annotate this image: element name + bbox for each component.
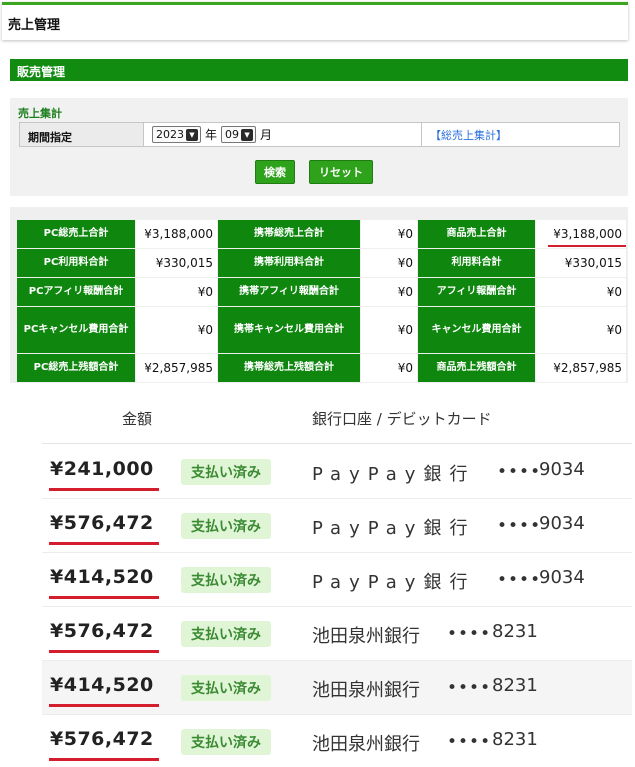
payout-amount: ¥576,472	[50, 620, 154, 642]
amount-underline	[49, 596, 159, 599]
status-badge: 支払い済み	[181, 621, 271, 647]
filter-subtitle: 売上集計	[18, 107, 62, 120]
bank-name: PayPay銀行	[312, 572, 476, 593]
totals-label: 携帯総売上残額合計	[218, 354, 360, 382]
totals-value: ¥3,188,000	[136, 220, 217, 248]
status-badge: 支払い済み	[181, 729, 271, 755]
totals-value: ¥0	[136, 278, 217, 306]
totals-label: 商品売上合計	[418, 220, 535, 248]
payout-list-header: 金額 銀行口座 / デビットカード	[42, 398, 632, 444]
totals-value: ¥2,857,985	[136, 354, 217, 382]
account-last-digits: 8231	[492, 729, 538, 750]
totals-value: ¥0	[361, 220, 417, 248]
account-last-digits: 8231	[492, 675, 538, 696]
bank-name: PayPay銀行	[312, 464, 476, 485]
totals-label: キャンセル費用合計	[418, 307, 535, 353]
payout-row[interactable]: ¥414,520 支払い済み PayPay銀行 •••• 9034	[42, 553, 632, 607]
payout-row[interactable]: ¥576,472 支払い済み PayPay銀行 •••• 9034	[42, 499, 632, 553]
account-last-digits: 9034	[539, 459, 585, 480]
account-last-digits: 9034	[539, 513, 585, 534]
status-badge: 支払い済み	[181, 567, 271, 593]
payout-row[interactable]: ¥576,472 支払い済み 池田泉州銀行 •••• 8231	[42, 715, 632, 767]
amount-underline	[49, 704, 159, 707]
totals-label: 利用料合計	[418, 249, 535, 277]
totals-value: ¥0	[536, 278, 626, 306]
masked-dots: ••••	[497, 516, 542, 536]
month-select-value: 09	[225, 128, 240, 141]
totals-value: ¥3,188,000	[536, 220, 626, 248]
totals-value: ¥0	[136, 307, 217, 353]
totals-label: 携帯総売上合計	[218, 220, 360, 248]
totals-value: ¥0	[361, 249, 417, 277]
totals-label: 携帯利用料合計	[218, 249, 360, 277]
payout-amount: ¥576,472	[50, 512, 154, 534]
totals-label: PCキャンセル費用合計	[17, 307, 135, 353]
totals-value: ¥0	[361, 354, 417, 382]
payout-list: ¥241,000 支払い済み PayPay銀行 •••• 9034 ¥576,472 支払い…	[42, 445, 632, 767]
totals-label: 商品売上残額合計	[418, 354, 535, 382]
reset-button[interactable]: リセット	[309, 160, 373, 184]
masked-dots: ••••	[447, 678, 492, 698]
status-badge: 支払い済み	[181, 513, 271, 539]
bank-name: 池田泉州銀行	[312, 680, 420, 701]
status-badge: 支払い済み	[181, 675, 271, 701]
payout-amount: ¥241,000	[50, 458, 154, 480]
payout-amount: ¥414,520	[50, 566, 154, 588]
masked-dots: ••••	[497, 462, 542, 482]
period-filter-row: 期間指定 2023 ▼ 年 09 ▼ 月 【総売上集計】	[19, 122, 620, 147]
bank-name: 池田泉州銀行	[312, 734, 420, 755]
year-select-value: 2023	[156, 128, 184, 141]
page-header: 売上管理	[2, 2, 628, 40]
amount-underline	[49, 650, 159, 653]
account-last-digits: 8231	[492, 621, 538, 642]
month-unit: 月	[260, 128, 273, 142]
totals-panel: PC総売上合計 ¥3,188,000 携帯総売上合計 ¥0 商品売上合計 ¥3,188,0…	[10, 207, 628, 383]
month-select[interactable]: 09 ▼	[221, 126, 257, 143]
period-selectors: 2023 ▼ 年 09 ▼ 月	[144, 123, 422, 146]
payout-row[interactable]: ¥576,472 支払い済み 池田泉州銀行 •••• 8231	[42, 607, 632, 661]
amount-underline	[49, 542, 159, 545]
masked-dots: ••••	[447, 624, 492, 644]
amount-column-header: 金額	[122, 410, 153, 428]
bank-name: 池田泉州銀行	[312, 626, 420, 647]
period-label: 期間指定	[20, 123, 144, 146]
payout-amount: ¥576,472	[50, 728, 154, 750]
chevron-down-icon: ▼	[186, 128, 198, 141]
search-button[interactable]: 検索	[255, 160, 295, 184]
totals-label: PC総売上合計	[17, 220, 135, 248]
totals-label: PCアフィリ報酬合計	[17, 278, 135, 306]
totals-value: ¥0	[361, 278, 417, 306]
masked-dots: ••••	[447, 732, 492, 752]
payout-amount: ¥414,520	[50, 674, 154, 696]
totals-label: PC総売上残額合計	[17, 354, 135, 382]
totals-label: アフィリ報酬合計	[418, 278, 535, 306]
masked-dots: ••••	[497, 570, 542, 590]
section-title-bar: 販売管理	[10, 59, 628, 81]
totals-label: 携帯アフィリ報酬合計	[218, 278, 360, 306]
payout-row[interactable]: ¥414,520 支払い済み 池田泉州銀行 •••• 8231	[42, 661, 632, 715]
totals-value: ¥330,015	[536, 249, 626, 277]
total-link-cell: 【総売上集計】	[422, 123, 619, 146]
status-badge: 支払い済み	[181, 459, 271, 485]
totals-grid: PC総売上合計 ¥3,188,000 携帯総売上合計 ¥0 商品売上合計 ¥3,188,0…	[17, 220, 626, 382]
year-unit: 年	[205, 128, 218, 142]
totals-value: ¥0	[536, 307, 626, 353]
totals-label: PC利用料合計	[17, 249, 135, 277]
page-title: 売上管理	[8, 18, 61, 33]
payout-row[interactable]: ¥241,000 支払い済み PayPay銀行 •••• 9034	[42, 445, 632, 499]
bank-name: PayPay銀行	[312, 518, 476, 539]
totals-value: ¥0	[361, 307, 417, 353]
year-select[interactable]: 2023 ▼	[152, 126, 201, 143]
account-last-digits: 9034	[539, 567, 585, 588]
chevron-down-icon: ▼	[241, 128, 254, 141]
totals-value: ¥330,015	[136, 249, 217, 277]
totals-label: 携帯キャンセル費用合計	[218, 307, 360, 353]
total-sales-link[interactable]: 【総売上集計】	[430, 127, 507, 143]
bank-column-header: 銀行口座 / デビットカード	[312, 410, 492, 428]
amount-underline	[49, 488, 159, 491]
amount-underline	[49, 758, 159, 761]
totals-value: ¥2,857,985	[536, 354, 626, 382]
filter-panel: 売上集計 期間指定 2023 ▼ 年 09 ▼ 月 【総売上集計】 検索 リセッ…	[10, 98, 628, 196]
